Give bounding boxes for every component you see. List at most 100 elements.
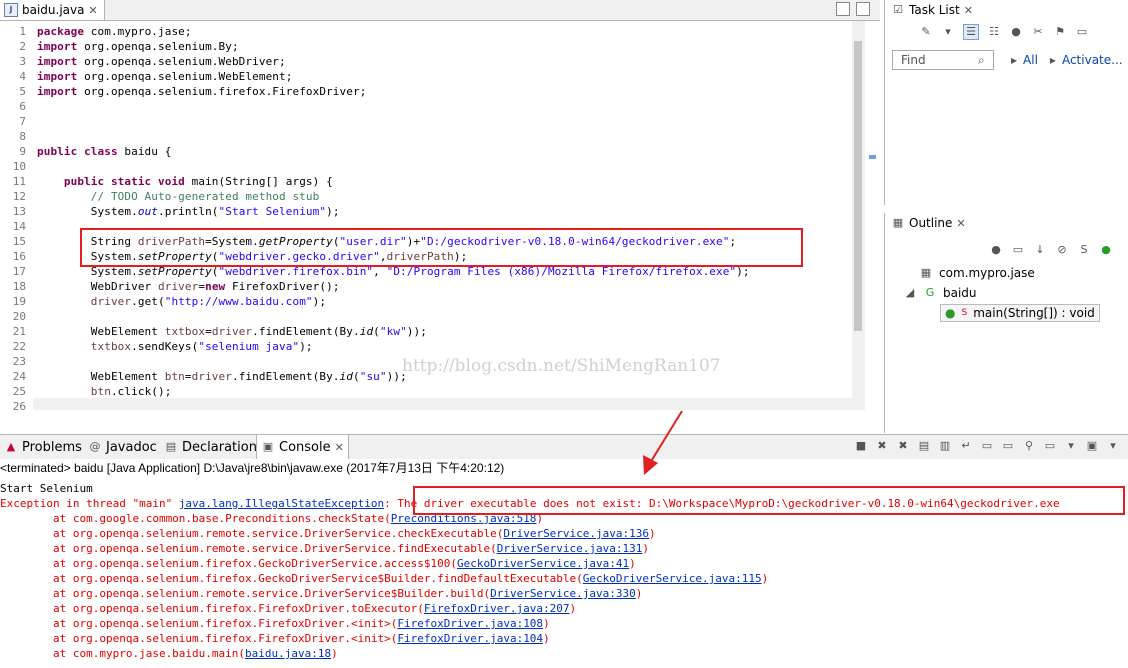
all-link[interactable]: All — [1023, 53, 1038, 67]
close-icon[interactable]: ✕ — [956, 217, 965, 230]
code-line[interactable]: WebDriver driver=new FirefoxDriver(); — [37, 279, 340, 294]
code-line[interactable]: import org.openqa.selenium.By; — [37, 39, 239, 54]
stack-trace-link[interactable]: DriverService.java:330 — [490, 587, 636, 600]
tab-declaration[interactable]: ▤ Declaration — [160, 435, 261, 459]
filter-icon[interactable]: ● — [1009, 25, 1023, 39]
chevron-down-icon[interactable]: ▾ — [941, 25, 955, 39]
chevron-down-icon[interactable]: ▾ — [1106, 439, 1120, 453]
stack-trace-line: at org.openqa.selenium.firefox.FirefoxDr… — [0, 602, 577, 615]
task-list-tab[interactable]: ☑ Task List ✕ — [885, 0, 979, 20]
code-line[interactable]: WebElement btn=driver.findElement(By.id(… — [37, 369, 407, 384]
code-line[interactable]: // TODO Auto-generated method stub — [37, 189, 319, 204]
terminate-icon[interactable]: ■ — [854, 439, 868, 453]
line-number-gutter: 1 2 3 4 5 6 7 8 9 10 11 12 13 14 15 16 17 18 19 20 21 22 23 24 2… — [0, 21, 33, 413]
categorized-icon[interactable]: ☰ — [963, 24, 979, 40]
expand-icon[interactable]: ◢ — [903, 286, 917, 300]
line-number: 1 — [19, 25, 26, 38]
close-icon[interactable]: ✕ — [335, 441, 344, 454]
stack-trace-link[interactable]: DriverService.java:136 — [503, 527, 649, 540]
line-number: 7 — [19, 115, 26, 128]
code-editor[interactable]: 1 2 3 4 5 6 7 8 9 10 11 12 13 14 15 16 17 18 19 20 21 22 23 24 2… — [0, 21, 865, 413]
javadoc-icon: @ — [89, 440, 101, 453]
find-input[interactable]: Find ⌕ — [892, 50, 994, 70]
collapse-icon[interactable]: ▭ — [1075, 25, 1089, 39]
remove-launch-icon[interactable]: ✖ — [875, 439, 889, 453]
tab-javadoc[interactable]: @ Javadoc — [84, 435, 161, 459]
minimize-icon[interactable] — [836, 2, 850, 16]
hide-nonpublic-icon[interactable]: ● — [1099, 243, 1113, 257]
focus-icon[interactable]: ● — [989, 243, 1003, 257]
hide-completed-icon[interactable]: ✂ — [1031, 25, 1045, 39]
line-number: 25 — [12, 385, 26, 398]
editor-horizontal-scrollbar[interactable] — [33, 398, 852, 410]
arrow-right-icon: ▸ — [1049, 53, 1056, 67]
ruler-marker[interactable] — [869, 155, 876, 159]
overview-ruler — [866, 21, 880, 410]
code-line[interactable]: package com.mypro.jase; — [37, 24, 192, 39]
display-console-icon[interactable]: ▭ — [1043, 439, 1057, 453]
activate-link[interactable]: Activate... — [1062, 53, 1123, 67]
editor-tab-label: baidu.java — [22, 3, 85, 17]
stack-trace-link[interactable]: FirefoxDriver.java:108 — [397, 617, 543, 630]
code-line[interactable]: public class baidu { — [37, 144, 171, 159]
close-icon[interactable]: ✕ — [88, 4, 97, 17]
line-number: 15 — [12, 235, 26, 248]
outline-method[interactable]: ● S main(String[]) : void — [940, 304, 1100, 322]
stack-trace-link[interactable]: GeckoDriverService.java:41 — [457, 557, 629, 570]
hide-static-icon[interactable]: S — [1077, 243, 1091, 257]
static-icon: S — [961, 308, 968, 318]
stack-trace-link[interactable]: DriverService.java:131 — [497, 542, 643, 555]
console-output[interactable]: <terminated> baidu [Java Application] D:… — [0, 459, 1128, 668]
line-number: 17 — [12, 265, 26, 278]
code-line[interactable]: public static void main(String[] args) { — [37, 174, 333, 189]
code-line[interactable]: System.out.println("Start Selenium"); — [37, 204, 340, 219]
tab-label: Console — [279, 439, 331, 455]
stack-trace-link[interactable]: GeckoDriverService.java:115 — [583, 572, 762, 585]
maximize-icon[interactable] — [856, 2, 870, 16]
line-number: 23 — [12, 355, 26, 368]
pin-console-icon[interactable]: ⚲ — [1022, 439, 1036, 453]
stack-trace-line: at org.openqa.selenium.remote.service.Dr… — [0, 527, 656, 540]
code-area[interactable]: package com.mypro.jase; import org.openqa… — [37, 21, 852, 410]
chevron-down-icon[interactable]: ▾ — [1064, 439, 1078, 453]
new-console-icon[interactable]: ▣ — [1085, 439, 1099, 453]
clear-console-icon[interactable]: ▤ — [917, 439, 931, 453]
new-task-icon[interactable]: ✎ — [919, 25, 933, 39]
sort-icon[interactable]: ↓ — [1033, 243, 1047, 257]
tab-console[interactable]: ▣ Console ✕ — [256, 435, 349, 459]
remove-all-icon[interactable]: ✖ — [896, 439, 910, 453]
code-line[interactable]: btn.click(); — [37, 384, 172, 399]
code-line[interactable]: WebElement txtbox=driver.findElement(By.… — [37, 324, 427, 339]
editor-tab-baidu[interactable]: J baidu.java ✕ — [0, 0, 105, 20]
collapse-all-icon[interactable]: ▭ — [1011, 243, 1025, 257]
scroll-thumb[interactable] — [854, 41, 862, 331]
code-line[interactable]: import org.openqa.selenium.WebDriver; — [37, 54, 286, 69]
outline-package[interactable]: ▦ com.mypro.jase — [919, 266, 1035, 280]
focus-icon[interactable]: ⚑ — [1053, 25, 1067, 39]
stack-trace-line: at org.openqa.selenium.firefox.FirefoxDr… — [0, 617, 550, 630]
line-number: 8 — [19, 130, 26, 143]
code-line[interactable]: import org.openqa.selenium.firefox.Firef… — [37, 84, 366, 99]
line-number: 12 — [12, 190, 26, 203]
show-stdout-icon[interactable]: ▭ — [980, 439, 994, 453]
show-stderr-icon[interactable]: ▭ — [1001, 439, 1015, 453]
outline-class[interactable]: ◢ G baidu — [903, 286, 977, 300]
hide-fields-icon[interactable]: ⊘ — [1055, 243, 1069, 257]
search-icon: ⌕ — [978, 53, 985, 67]
outline-tab[interactable]: ▦ Outline ✕ — [885, 213, 972, 233]
code-line[interactable]: import org.openqa.selenium.WebElement; — [37, 69, 292, 84]
stack-trace-link[interactable]: FirefoxDriver.java:104 — [397, 632, 543, 645]
tab-problems[interactable]: ▲ Problems — [0, 435, 86, 459]
word-wrap-icon[interactable]: ↵ — [959, 439, 973, 453]
editor-vertical-scrollbar[interactable] — [852, 21, 865, 410]
class-label: baidu — [943, 286, 977, 300]
code-line[interactable]: driver.get("http://www.baidu.com"); — [37, 294, 326, 309]
stack-trace-link[interactable]: baidu.java:18 — [245, 647, 331, 660]
scheduled-icon[interactable]: ☷ — [987, 25, 1001, 39]
scroll-lock-icon[interactable]: ▥ — [938, 439, 952, 453]
stack-trace-link[interactable]: FirefoxDriver.java:207 — [424, 602, 570, 615]
exception-class-link[interactable]: java.lang.IllegalStateException — [179, 497, 384, 510]
line-number: 10 — [12, 160, 26, 173]
code-line[interactable]: txtbox.sendKeys("selenium java"); — [37, 339, 313, 354]
close-icon[interactable]: ✕ — [964, 4, 973, 17]
